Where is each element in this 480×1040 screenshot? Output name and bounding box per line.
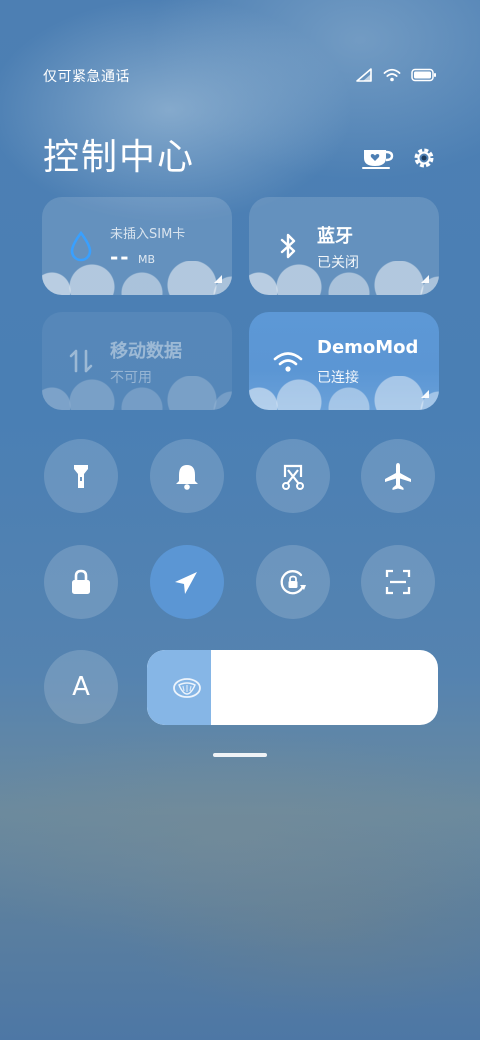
rotation-lock-toggle[interactable] <box>256 545 330 619</box>
wifi-tile[interactable]: DemoMod 已连接 <box>249 312 439 410</box>
lock-screen-toggle[interactable] <box>44 545 118 619</box>
coffee-mug-icon[interactable] <box>362 146 394 170</box>
location-arrow-icon <box>175 572 197 594</box>
water-drop-icon <box>70 230 92 262</box>
data-usage-unit: MB <box>138 253 156 266</box>
expand-corner-icon <box>214 275 222 283</box>
sim-status-label: 未插入SIM卡 <box>110 227 186 242</box>
data-usage-value: -- <box>110 245 131 269</box>
data-usage-tile[interactable]: 未插入SIM卡 -- MB <box>42 197 232 295</box>
carrier-text: 仅可紧急通话 <box>43 69 130 85</box>
wifi-icon <box>273 352 303 372</box>
mobile-data-tile[interactable]: 移动数据 不可用 <box>42 312 232 410</box>
scissors-icon <box>282 464 304 490</box>
airplane-icon <box>385 463 411 490</box>
bluetooth-status: 已关闭 <box>317 255 359 271</box>
battery-icon <box>411 68 436 82</box>
auto-brightness-label: A <box>72 672 90 702</box>
airplane-mode-toggle[interactable] <box>361 439 435 513</box>
scan-icon <box>385 569 411 595</box>
expand-corner-icon[interactable] <box>421 275 429 283</box>
dismiss-handle[interactable] <box>213 753 267 757</box>
lock-icon <box>72 569 90 594</box>
wifi-network-name: DemoMod <box>317 337 419 358</box>
brightness-slider[interactable] <box>147 650 438 725</box>
flashlight-icon <box>74 465 88 488</box>
brightness-icon <box>173 678 201 698</box>
location-toggle[interactable] <box>150 545 224 619</box>
wifi-status: 已连接 <box>317 370 359 386</box>
auto-brightness-toggle[interactable]: A <box>44 650 118 724</box>
page-title: 控制中心 <box>43 137 196 178</box>
bell-icon <box>176 465 198 490</box>
bluetooth-tile[interactable]: 蓝牙 已关闭 <box>249 197 439 295</box>
signal-icon <box>356 68 372 82</box>
rotation-lock-icon <box>280 570 306 595</box>
mobile-data-title: 移动数据 <box>110 341 182 362</box>
expand-corner-icon[interactable] <box>421 390 429 398</box>
status-bar: 仅可紧急通话 <box>43 64 437 88</box>
cloud-decoration <box>42 261 232 295</box>
ringer-toggle[interactable] <box>150 439 224 513</box>
wifi-icon <box>383 68 401 82</box>
data-arrows-icon <box>69 349 93 373</box>
bluetooth-icon <box>280 233 296 259</box>
settings-gear-icon[interactable] <box>412 146 436 170</box>
bluetooth-title: 蓝牙 <box>317 226 353 247</box>
flashlight-toggle[interactable] <box>44 439 118 513</box>
mobile-data-status: 不可用 <box>110 370 152 386</box>
screenshot-toggle[interactable] <box>256 439 330 513</box>
scanner-toggle[interactable] <box>361 545 435 619</box>
